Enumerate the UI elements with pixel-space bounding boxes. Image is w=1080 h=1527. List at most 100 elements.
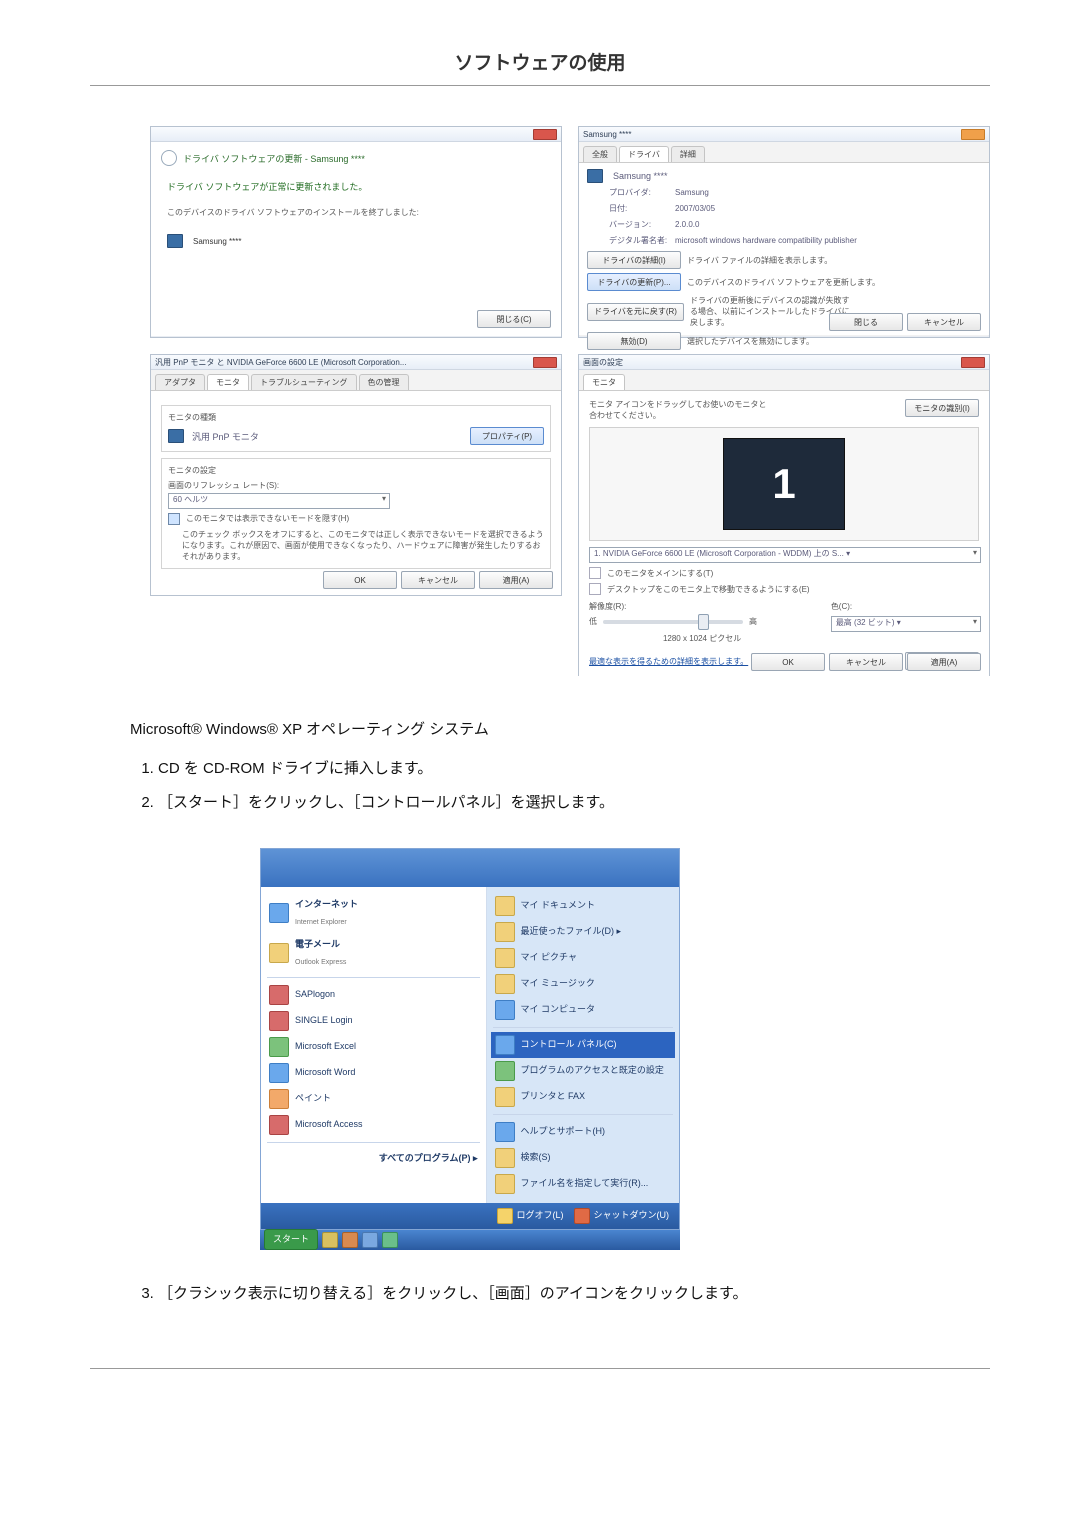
main-monitor-label: このモニタをメインにする(T) [607,568,713,579]
hide-modes-checkbox[interactable] [168,513,180,525]
screenshot-start-menu: インターネットInternet Explorer 電子メールOutlook Ex… [260,848,680,1250]
extend-desktop-checkbox[interactable] [589,583,601,595]
driver-details-button[interactable]: ドライバの詳細(I) [587,251,681,269]
folder-icon [495,922,515,942]
item-access[interactable]: Microsoft Access [265,1112,482,1138]
close-button[interactable]: 閉じる(C) [477,310,551,328]
taskbar-icon[interactable] [362,1232,378,1248]
printer-icon [495,1087,515,1107]
cancel-button[interactable]: キャンセル [401,571,475,589]
os-heading: Microsoft® Windows® XP オペレーティング システム [130,716,990,745]
close-icon[interactable] [533,129,557,140]
ie-icon [269,903,289,923]
item-mycomputer[interactable]: マイ コンピュータ [491,997,675,1023]
apply-button[interactable]: 適用(A) [907,653,981,671]
tab-general[interactable]: 全般 [583,146,617,162]
tab-adapter[interactable]: アダプタ [155,374,205,390]
screenshot-grid: ドライバ ソフトウェアの更新 - Samsung **** ドライバ ソフトウェ… [150,126,990,676]
signer-value: microsoft windows hardware compatibility… [675,235,857,247]
ok-button[interactable]: OK [751,653,825,671]
main-content: Microsoft® Windows® XP オペレーティング システム CD … [130,716,990,1308]
best-display-link[interactable]: 最適な表示を得るための詳細を表示します。 [589,656,748,667]
item-control-panel[interactable]: コントロール パネル(C) [491,1032,675,1058]
taskbar-icon[interactable] [382,1232,398,1248]
taskbar: スタート [260,1230,680,1250]
tab-color[interactable]: 色の管理 [359,374,409,390]
item-recent[interactable]: 最近使ったファイル(D) ▸ [491,919,675,945]
step-list: CD を CD-ROM ドライブに挿入します。 ［スタート］をクリックし、［コン… [130,755,990,818]
item-excel[interactable]: Microsoft Excel [265,1034,482,1060]
item-single-login[interactable]: SINGLE Login [265,1008,482,1034]
shutdown-button[interactable]: シャットダウン(U) [574,1207,670,1224]
identify-button[interactable]: モニタの識別(I) [905,399,979,417]
apply-button[interactable]: 適用(A) [479,571,553,589]
close-button[interactable]: 閉じる [829,313,903,331]
rollback-driver-desc: ドライバの更新後にデバイスの認識が失敗する場合、以前にインストールしたドライバに… [690,295,850,328]
item-mail[interactable]: 電子メールOutlook Express [265,933,482,973]
tab-details[interactable]: 詳細 [671,146,705,162]
display-dropdown[interactable]: 1. NVIDIA GeForce 6600 LE (Microsoft Cor… [589,547,981,563]
sap-icon [269,985,289,1005]
rollback-driver-button[interactable]: ドライバを元に戻す(R) [587,303,684,321]
screenshot-device-properties: Samsung **** 全般 ドライバ 詳細 Samsung **** プロバ… [578,126,990,338]
close-icon[interactable] [961,129,985,140]
item-mypictures[interactable]: マイ ピクチャ [491,945,675,971]
close-icon[interactable] [961,357,985,368]
window-title: 汎用 PnP モニタ と NVIDIA GeForce 6600 LE (Mic… [155,357,407,368]
monitor-icon [168,429,184,443]
install-finished-text: このデバイスのドライバ ソフトウェアのインストールを終了しました: [167,207,551,218]
tab-monitor[interactable]: モニタ [207,374,249,390]
word-icon [269,1063,289,1083]
item-mydocs[interactable]: マイ ドキュメント [491,893,675,919]
monitor-preview[interactable]: 1 [723,438,845,530]
taskbar-icon[interactable] [342,1232,358,1248]
extend-desktop-label: デスクトップをこのモニタ上で移動できるようにする(E) [607,584,810,595]
tab-monitor[interactable]: モニタ [583,374,625,390]
properties-button[interactable]: プロパティ(P) [470,427,544,445]
refresh-rate-dropdown[interactable]: 60 ヘルツ [168,493,390,509]
disable-button[interactable]: 無効(D) [587,332,681,350]
item-paint[interactable]: ペイント [265,1086,482,1112]
cancel-button[interactable]: キャンセル [829,653,903,671]
item-saplogon[interactable]: SAPlogon [265,982,482,1008]
color-dropdown[interactable]: 最高 (32 ビット) ▾ [831,616,981,632]
item-search[interactable]: 検索(S) [491,1145,675,1171]
disable-desc: 選択したデバイスを無効にします。 [687,336,814,347]
window-title: 画面の設定 [583,357,623,368]
item-internet[interactable]: インターネットInternet Explorer [265,893,482,933]
window-title: Samsung **** [583,130,631,139]
version-label: バージョン: [609,219,669,231]
search-icon [495,1148,515,1168]
defaults-icon [495,1061,515,1081]
start-header [261,849,679,887]
start-button[interactable]: スタート [264,1229,318,1250]
slider-thumb[interactable] [698,614,709,630]
logoff-icon [497,1208,513,1224]
page-title: ソフトウェアの使用 [90,40,990,86]
close-icon[interactable] [533,357,557,368]
main-monitor-checkbox[interactable] [589,567,601,579]
item-program-access[interactable]: プログラムのアクセスと既定の設定 [491,1058,675,1084]
hide-modes-help: このチェック ボックスをオフにすると、このモニタでは正しく表示できないモードを選… [182,529,544,562]
item-all-programs[interactable]: すべてのプログラム(P) ▸ [265,1147,482,1170]
item-mymusic[interactable]: マイ ミュージック [491,971,675,997]
item-printers[interactable]: プリンタと FAX [491,1084,675,1110]
item-word[interactable]: Microsoft Word [265,1060,482,1086]
taskbar-icon[interactable] [322,1232,338,1248]
item-help[interactable]: ヘルプとサポート(H) [491,1119,675,1145]
ok-button[interactable]: OK [323,571,397,589]
drag-instruction: モニタ アイコンをドラッグしてお使いのモニタと合わせてください。 [589,399,769,421]
item-run[interactable]: ファイル名を指定して実行(R)... [491,1171,675,1197]
start-right-column: マイ ドキュメント 最近使ったファイル(D) ▸ マイ ピクチャ マイ ミュージ… [487,887,679,1203]
hide-modes-label: このモニタでは表示できないモードを隠す(H) [186,513,349,524]
resolution-slider[interactable] [603,620,743,624]
cancel-button[interactable]: キャンセル [907,313,981,331]
device-name: Samsung **** [193,237,241,246]
tab-troubleshoot[interactable]: トラブルシューティング [251,374,357,390]
tab-driver[interactable]: ドライバ [619,146,669,162]
logoff-button[interactable]: ログオフ(L) [497,1207,564,1224]
screenshot-monitor-tab: 汎用 PnP モニタ と NVIDIA GeForce 6600 LE (Mic… [150,354,562,596]
step-list-cont: ［クラシック表示に切り替える］をクリックし、［画面］のアイコンをクリックします。 [130,1280,990,1309]
update-driver-button[interactable]: ドライバの更新(P)... [587,273,681,291]
folder-icon [495,948,515,968]
